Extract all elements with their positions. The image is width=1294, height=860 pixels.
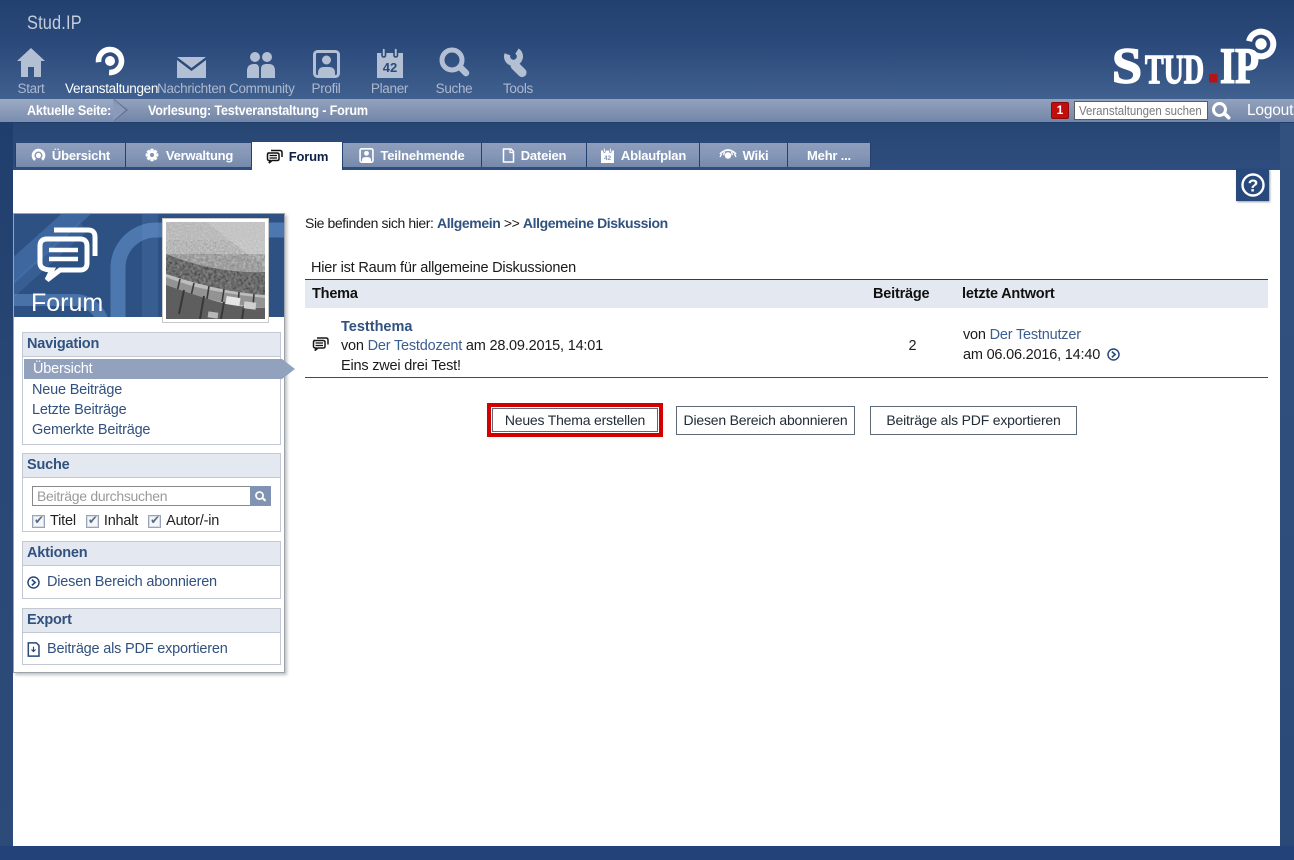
svg-text:TUD: TUD xyxy=(1145,46,1204,89)
svg-text:S: S xyxy=(1112,39,1142,89)
svg-text:IP: IP xyxy=(1220,39,1259,89)
svg-text:Forum: Forum xyxy=(31,289,103,317)
svg-text:?: ? xyxy=(1247,175,1258,195)
svg-text:42: 42 xyxy=(604,155,612,162)
svg-text:42: 42 xyxy=(382,60,396,75)
